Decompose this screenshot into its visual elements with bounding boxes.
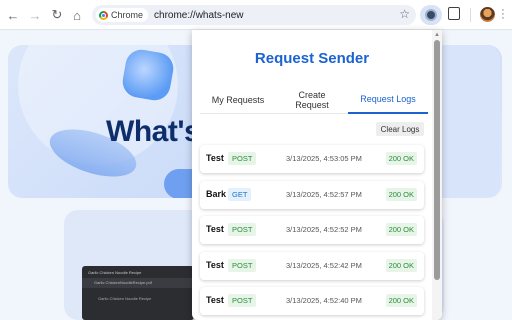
log-timestamp: 3/13/2025, 4:52:42 PM <box>286 260 362 270</box>
status-badge: 200 OK <box>385 152 417 165</box>
log-timestamp: 3/13/2025, 4:52:40 PM <box>286 296 362 305</box>
popup-tabs: My Requests Create Request Request Logs <box>200 86 428 114</box>
request-sender-extension-button[interactable] <box>420 5 442 25</box>
extensions-puzzle-icon[interactable] <box>448 7 460 20</box>
hero-side-panel <box>440 45 500 198</box>
tab-request-logs[interactable]: Request Logs <box>348 86 428 114</box>
status-badge: 200 OK <box>385 294 417 307</box>
log-entry[interactable]: Test POST 3/13/2025, 4:52:52 PM 200 OK <box>200 216 424 244</box>
home-icon[interactable]: ⌂ <box>68 6 86 24</box>
method-badge: GET <box>228 187 252 201</box>
log-entry[interactable]: Test POST 3/13/2025, 4:52:40 PM 200 OK <box>200 287 424 315</box>
log-timestamp: 3/13/2025, 4:53:05 PM <box>286 154 362 163</box>
status-badge: 200 OK <box>385 223 417 236</box>
toolbar-divider <box>470 8 471 22</box>
popup-scrollbar[interactable]: ▲ <box>432 30 442 320</box>
method-badge: POST <box>228 152 257 165</box>
method-badge: POST <box>228 223 257 236</box>
method-badge: POST <box>228 294 257 307</box>
scroll-up-arrow-icon[interactable]: ▲ <box>434 32 440 38</box>
bookmark-star-icon[interactable]: ☆ <box>399 7 410 21</box>
log-entry[interactable]: Bark GET 3/13/2025, 4:52:57 PM 200 OK <box>200 180 424 209</box>
url-text[interactable]: chrome://whats-new <box>154 10 243 21</box>
tab-my-requests[interactable]: My Requests <box>200 86 276 114</box>
log-request-name: Test <box>206 259 224 270</box>
extension-icon <box>425 9 437 21</box>
site-chip[interactable]: Chrome <box>96 8 149 22</box>
log-request-name: Test <box>206 224 224 234</box>
profile-avatar[interactable] <box>480 7 495 22</box>
method-badge: POST <box>228 258 257 272</box>
browser-toolbar: ← → ↻ ⌂ Chrome chrome://whats-new ☆ · · · <box>0 0 512 30</box>
feature-screenshot: Garlic Chicken Noodle Recipe Garlic Chic… <box>82 266 194 320</box>
doc-address: Garlic ChickenNoodleRecipe.pdf <box>94 280 152 285</box>
doc-tab-title: Garlic Chicken Noodle Recipe <box>88 270 142 275</box>
log-timestamp: 3/13/2025, 4:52:57 PM <box>286 189 362 199</box>
hero-heading: What's <box>106 115 201 148</box>
back-icon[interactable]: ← <box>4 6 22 24</box>
log-request-name: Bark <box>206 188 227 199</box>
log-entry[interactable]: Test POST 3/13/2025, 4:53:05 PM 200 OK <box>200 145 424 173</box>
tab-create-request-label: Create Request <box>295 90 329 110</box>
forward-icon[interactable]: → <box>26 6 44 24</box>
status-badge: 200 OK <box>385 187 417 201</box>
doc-text-line: Garlic Chicken Noodle Recipe <box>98 296 152 301</box>
request-log-list: Test POST 3/13/2025, 4:53:05 PM 200 OK B… <box>200 145 424 320</box>
more-menu-icon[interactable]: · · · <box>500 5 506 24</box>
chrome-logo-icon <box>99 10 108 20</box>
request-sender-popup: Request Sender My Requests Create Reques… <box>192 30 442 320</box>
tab-create-request[interactable]: Create Request <box>280 86 344 114</box>
reload-icon[interactable]: ↻ <box>48 6 66 24</box>
log-request-name: Test <box>206 295 224 305</box>
clear-logs-button[interactable]: Clear Logs <box>376 122 424 136</box>
log-entry[interactable]: Test POST 3/13/2025, 4:52:42 PM 200 OK <box>200 251 424 280</box>
popup-title: Request Sender <box>254 50 370 67</box>
status-badge: 200 OK <box>385 258 417 272</box>
log-request-name: Test <box>206 153 224 163</box>
doc-address-bar: Garlic ChickenNoodleRecipe.pdf <box>82 278 194 288</box>
address-bar[interactable]: Chrome chrome://whats-new ☆ <box>92 5 416 25</box>
scrollbar-thumb[interactable] <box>434 40 440 280</box>
log-timestamp: 3/13/2025, 4:52:52 PM <box>286 225 362 234</box>
site-chip-label: Chrome <box>111 10 144 20</box>
